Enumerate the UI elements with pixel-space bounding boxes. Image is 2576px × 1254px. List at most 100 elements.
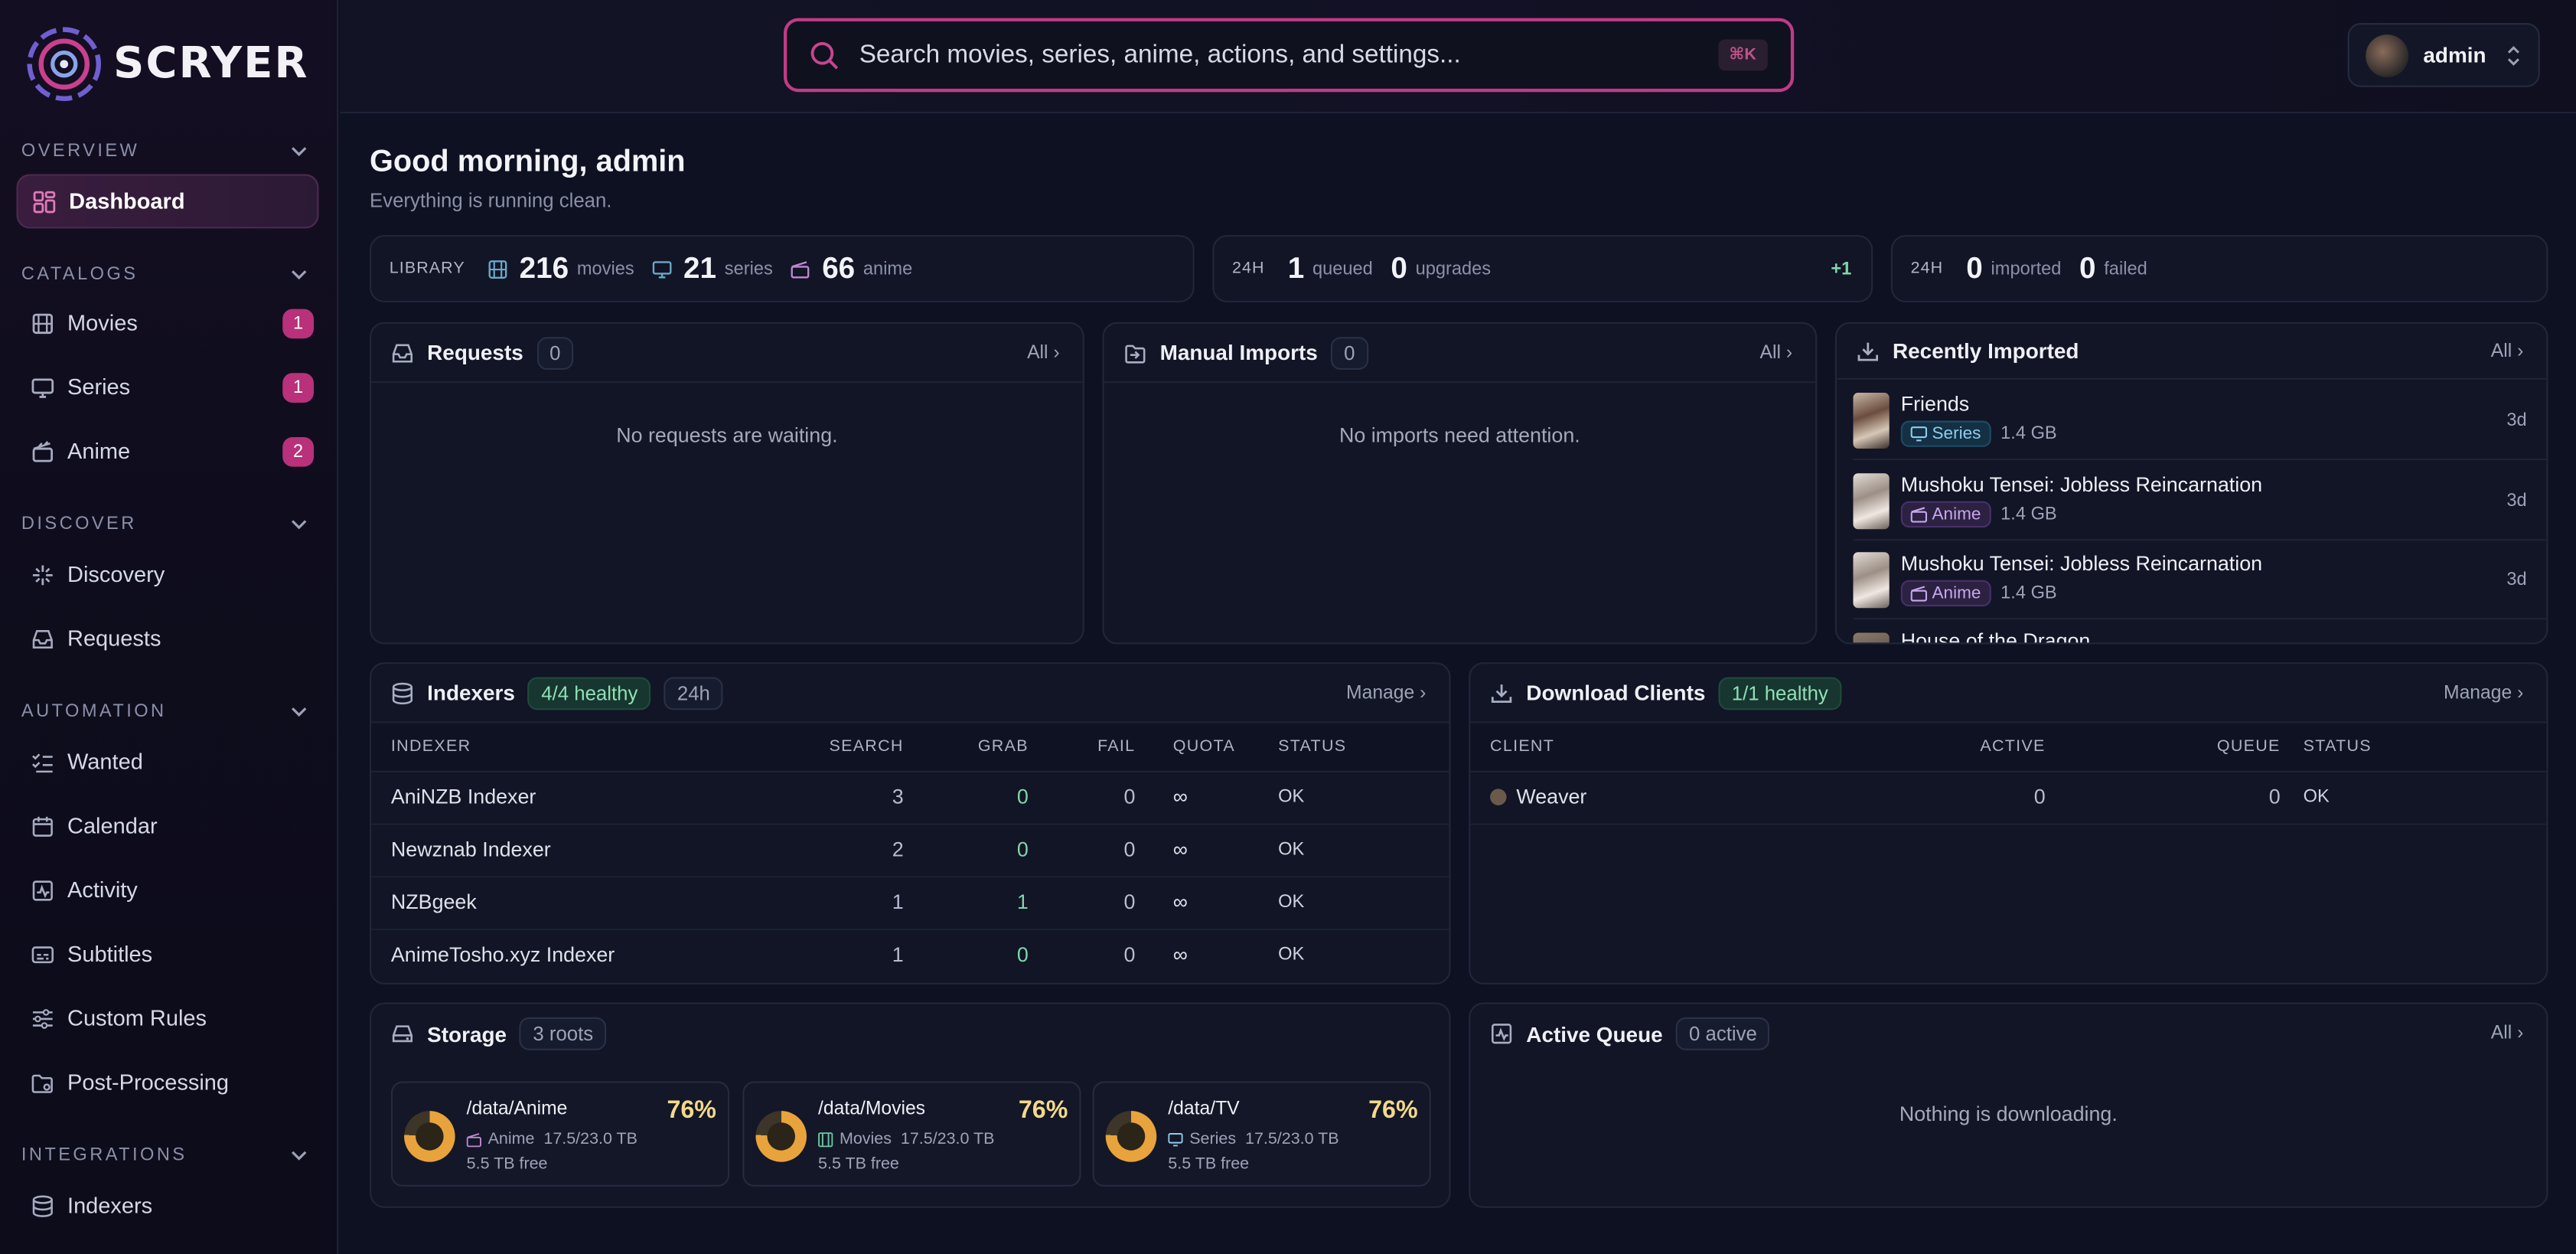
column-header[interactable]: GRAB xyxy=(903,723,1029,772)
root-free: 5.5 TB free xyxy=(818,1155,899,1174)
all-link[interactable]: All › xyxy=(1760,343,1793,363)
usage-percent: 76% xyxy=(1368,1096,1418,1125)
column-header[interactable]: FAIL xyxy=(1028,723,1136,772)
table-row[interactable]: Weaver 0 0 OK xyxy=(1470,770,2547,825)
inbox-icon xyxy=(392,343,413,362)
sidebar-item-label: Series xyxy=(67,374,131,400)
sidebar-item-label: Anime xyxy=(67,439,131,464)
column-header[interactable]: QUOTA xyxy=(1135,723,1279,772)
column-header[interactable]: ACTIVE xyxy=(1798,723,2046,772)
manage-link[interactable]: Manage › xyxy=(2444,683,2523,703)
clapper-icon xyxy=(1910,586,1928,602)
recent-item[interactable]: Mushoku Tensei: Jobless Reincarnation An… xyxy=(1853,540,2547,620)
storage-root-movies[interactable]: /data/Movies 76% Movies 17.5/23.0 TB 5.5… xyxy=(742,1081,1081,1187)
storage-root-anime[interactable]: /data/Anime 76% Anime 17.5/23.0 TB 5.5 T… xyxy=(390,1081,730,1187)
sidebar-item-post-processing[interactable]: Post-Processing xyxy=(16,1055,318,1109)
sidebar-item-discovery[interactable]: Discovery xyxy=(16,547,318,602)
column-header[interactable]: SEARCH xyxy=(748,723,904,772)
download-clients-card: Download Clients 1/1 healthy Manage › CL… xyxy=(1469,662,2548,985)
global-search-input[interactable]: Search movies, series, anime, actions, a… xyxy=(783,18,1795,93)
type-chip: Series xyxy=(1900,420,1991,447)
table-row[interactable]: Newznab Indexer 2 0 0 ∞ OK xyxy=(371,823,1449,877)
top-bar: Search movies, series, anime, actions, a… xyxy=(340,0,2576,114)
user-name: admin xyxy=(2423,42,2486,68)
count-pill: 0 active xyxy=(1675,1017,1770,1050)
user-menu-button[interactable]: admin xyxy=(2347,23,2540,87)
empty-state: Nothing is downloading. xyxy=(1899,1102,2118,1126)
sidebar-item-activity[interactable]: Activity xyxy=(16,863,318,917)
search-placeholder: Search movies, series, anime, actions, a… xyxy=(859,40,1461,69)
card-title: Storage xyxy=(427,1021,507,1047)
app-name: SCRYER xyxy=(113,39,309,89)
page-subtitle: Everything is running clean. xyxy=(370,188,612,212)
monitor-icon xyxy=(1168,1133,1183,1147)
table-row[interactable]: AnimeTosho.xyz Indexer 1 0 0 ∞ OK xyxy=(371,929,1449,981)
database-icon xyxy=(392,681,413,704)
manual-imports-card: Manual Imports 0 All › No imports need a… xyxy=(1102,322,1818,645)
quota-value: ∞ xyxy=(1172,943,1188,967)
recently-imported-card: Recently Imported All › Friends Series 1.… xyxy=(1834,322,2548,645)
sidebar-item-label: Dashboard xyxy=(69,188,185,214)
window-pill[interactable]: 24h xyxy=(664,676,724,710)
count-pill: 0 xyxy=(536,336,574,369)
library-stats[interactable]: LIBRARY 216 movies 21 series 66 anime xyxy=(370,234,1195,302)
count-badge: 2 xyxy=(282,436,315,466)
root-usage: 17.5/23.0 TB xyxy=(900,1130,995,1149)
all-link[interactable]: All › xyxy=(2491,1024,2524,1043)
sidebar-item-wanted[interactable]: Wanted xyxy=(16,735,318,789)
manage-link[interactable]: Manage › xyxy=(1346,683,1426,703)
root-path: /data/Movies xyxy=(818,1099,926,1119)
table-row[interactable]: AniNZB Indexer 3 0 0 ∞ OK xyxy=(371,770,1449,825)
all-link[interactable]: All › xyxy=(1027,343,1060,363)
sidebar-item-series[interactable]: Series 1 xyxy=(16,360,318,414)
storage-root-tv[interactable]: /data/TV 76% Series 17.5/23.0 TB 5.5 TB … xyxy=(1092,1081,1431,1187)
sidebar-item-requests[interactable]: Requests xyxy=(16,612,318,666)
search-count: 1 xyxy=(892,943,904,967)
calendar-icon xyxy=(32,815,53,836)
poster-thumbnail xyxy=(1853,632,1890,643)
item-title: Friends xyxy=(1900,393,1970,416)
recent-item[interactable]: Mushoku Tensei: Jobless Reincarnation An… xyxy=(1853,462,2547,541)
recent-item[interactable]: Friends Series 1.4 GB 3d xyxy=(1853,381,2547,461)
item-size: 1.4 GB xyxy=(2000,505,2057,524)
sidebar-item-dashboard[interactable]: Dashboard xyxy=(16,174,319,229)
section-integrations[interactable]: INTEGRATIONS xyxy=(21,1145,309,1165)
import-stats[interactable]: 24H 0 imported 0 failed xyxy=(1890,234,2548,302)
recent-item[interactable]: House of the Dragon xyxy=(1853,621,2546,643)
all-link[interactable]: All › xyxy=(2491,341,2524,361)
search-count: 2 xyxy=(748,823,904,877)
usage-donut xyxy=(755,1111,807,1162)
column-header[interactable]: CLIENT xyxy=(1470,723,1799,772)
sidebar-item-anime[interactable]: Anime 2 xyxy=(16,424,318,478)
sidebar-item-calendar[interactable]: Calendar xyxy=(16,798,318,853)
section-label: OVERVIEW xyxy=(21,141,140,162)
section-automation[interactable]: AUTOMATION xyxy=(21,702,309,721)
activity-icon xyxy=(32,880,53,900)
poster-thumbnail xyxy=(1853,472,1890,529)
section-overview[interactable]: OVERVIEW xyxy=(21,141,309,162)
section-label: DISCOVER xyxy=(21,514,137,534)
grab-count: 0 xyxy=(1016,943,1029,967)
indexer-name: NZBgeek xyxy=(371,876,749,929)
section-catalogs[interactable]: CATALOGS xyxy=(21,265,309,284)
client-icon xyxy=(1490,789,1507,805)
active-count: 0 xyxy=(1798,770,2046,825)
queue-stats[interactable]: 24H 1 queued 0 upgrades +1 xyxy=(1212,234,1873,302)
chevron-down-icon xyxy=(291,707,307,717)
sidebar-item-movies[interactable]: Movies 1 xyxy=(16,296,318,350)
sidebar-item-subtitles[interactable]: Subtitles xyxy=(16,927,318,981)
column-header[interactable]: STATUS xyxy=(1278,723,1449,772)
dashboard-icon xyxy=(33,190,56,213)
app-logo[interactable]: SCRYER xyxy=(24,24,308,103)
root-kind: Movies xyxy=(839,1130,892,1149)
sidebar-item-custom-rules[interactable]: Custom Rules xyxy=(16,991,318,1045)
column-header[interactable]: STATUS xyxy=(2280,723,2547,772)
film-icon xyxy=(32,312,54,334)
section-discover[interactable]: DISCOVER xyxy=(21,514,309,534)
sidebar-item-indexers[interactable]: Indexers xyxy=(16,1178,318,1233)
column-header[interactable]: INDEXER xyxy=(371,723,749,772)
quota-value: ∞ xyxy=(1135,876,1279,929)
anime-label: anime xyxy=(862,259,913,279)
table-row[interactable]: NZBgeek 1 1 0 ∞ OK xyxy=(371,876,1449,929)
column-header[interactable]: QUEUE xyxy=(2045,723,2281,772)
